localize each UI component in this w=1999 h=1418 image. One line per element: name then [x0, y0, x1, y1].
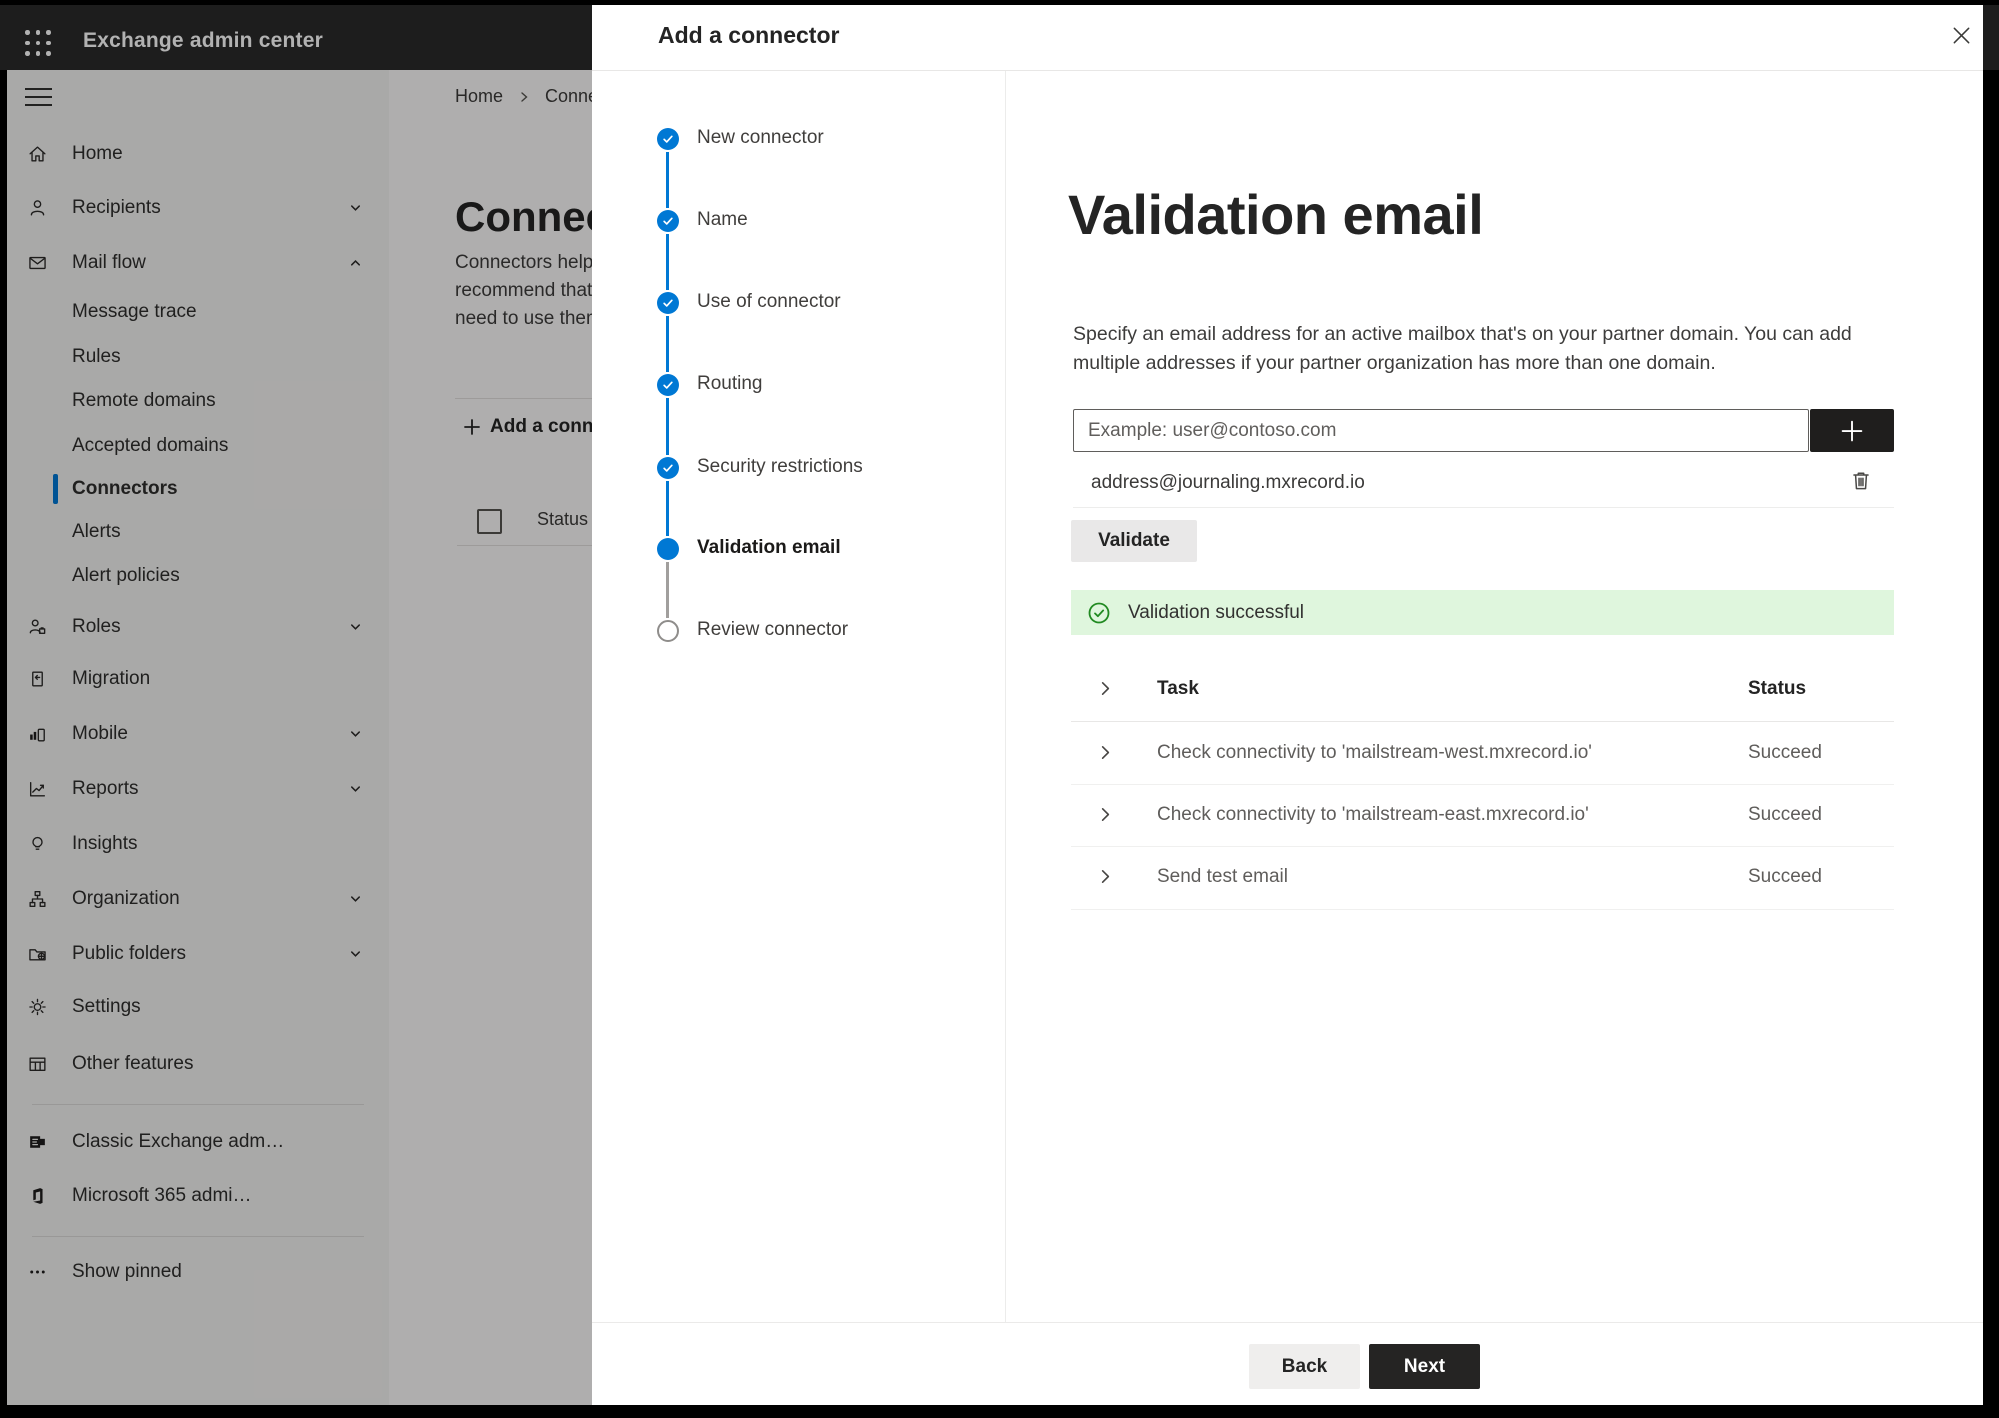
exchange-admin-center-screen: Exchange admin center Home Recipients Ma…: [0, 0, 1999, 1418]
plus-icon: [1837, 416, 1867, 446]
added-address-value: address@journaling.mxrecord.io: [1091, 472, 1365, 493]
step-connector-line: [666, 481, 669, 536]
step-validation-email: Validation email: [697, 537, 841, 558]
step-connector-line: [666, 234, 669, 290]
step-connector-line: [666, 398, 669, 455]
validation-task-row[interactable]: Send test email Succeed: [1071, 847, 1894, 909]
step-active-icon: [657, 538, 679, 560]
panel-header-divider: [592, 70, 1983, 71]
email-address-input[interactable]: [1073, 409, 1809, 452]
step-routing: Routing: [697, 373, 763, 394]
step-connector-line: [666, 316, 669, 372]
task-name: Check connectivity to 'mailstream-west.m…: [1157, 742, 1592, 763]
close-icon[interactable]: [1946, 20, 1976, 50]
validation-success-banner: Validation successful: [1071, 590, 1894, 635]
expand-row-chevron-icon[interactable]: [1096, 805, 1115, 824]
step-name: Name: [697, 209, 748, 230]
step-complete-icon: [657, 457, 679, 479]
step-use-of-connector: Use of connector: [697, 291, 841, 312]
steps-column-divider: [1005, 71, 1006, 1322]
step-connector-line: [666, 152, 669, 208]
expand-all-chevron-icon[interactable]: [1096, 679, 1115, 698]
delete-address-icon[interactable]: [1848, 468, 1874, 494]
task-name: Check connectivity to 'mailstream-east.m…: [1157, 804, 1589, 825]
step-complete-icon: [657, 374, 679, 396]
step-new-connector: New connector: [697, 127, 824, 148]
address-list-divider: [1073, 507, 1894, 508]
step-upcoming-icon: [657, 620, 679, 642]
success-check-circle-icon: [1086, 600, 1112, 626]
table-row-divider: [1071, 909, 1894, 910]
step-connector-line: [666, 562, 669, 618]
step-complete-icon: [657, 292, 679, 314]
validate-button[interactable]: Validate: [1071, 520, 1197, 562]
content-description: Specify an email address for an active m…: [1073, 323, 1852, 374]
validation-task-row[interactable]: Check connectivity to 'mailstream-east.m…: [1071, 785, 1894, 847]
back-button[interactable]: Back: [1249, 1344, 1360, 1389]
panel-title: Add a connector: [658, 22, 840, 48]
task-status: Succeed: [1748, 804, 1822, 825]
expand-row-chevron-icon[interactable]: [1096, 867, 1115, 886]
banner-text: Validation successful: [1128, 601, 1305, 623]
status-column-header: Status: [1748, 678, 1807, 699]
task-status: Succeed: [1748, 742, 1822, 763]
task-name: Send test email: [1157, 866, 1288, 887]
task-status: Succeed: [1748, 866, 1822, 887]
expand-row-chevron-icon[interactable]: [1096, 743, 1115, 762]
step-complete-icon: [657, 128, 679, 150]
validation-task-row[interactable]: Check connectivity to 'mailstream-west.m…: [1071, 722, 1894, 784]
content-heading: Validation email: [1068, 183, 1484, 246]
step-complete-icon: [657, 210, 679, 232]
step-review-connector: Review connector: [697, 619, 849, 640]
add-address-button[interactable]: [1810, 409, 1894, 452]
next-button[interactable]: Next: [1369, 1344, 1480, 1389]
task-column-header: Task: [1157, 678, 1199, 699]
panel-footer-divider: [592, 1322, 1983, 1323]
step-security-restrictions: Security restrictions: [697, 456, 863, 477]
